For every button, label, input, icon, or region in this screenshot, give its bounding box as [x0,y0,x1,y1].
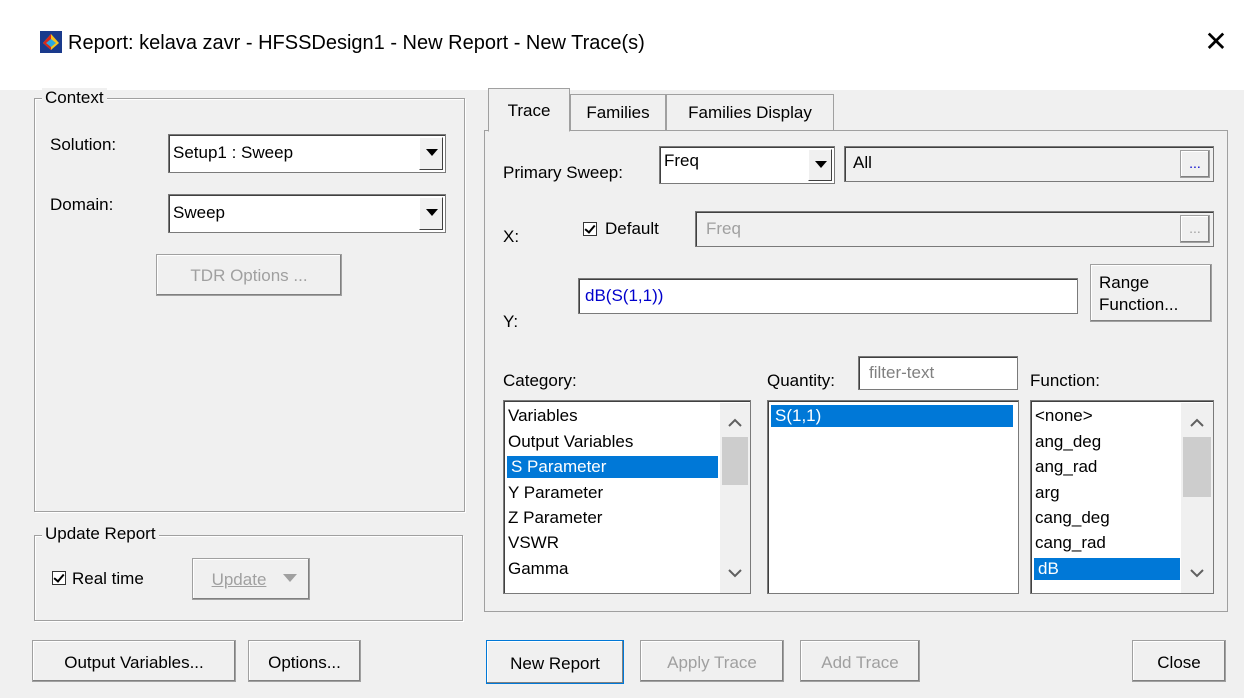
list-item[interactable]: VSWR [508,532,559,554]
scroll-down-icon[interactable] [1190,569,1204,579]
tab-families-display[interactable]: Families Display [666,94,834,130]
list-item[interactable]: ang_rad [1035,456,1097,478]
solution-value: Setup1 : Sweep [173,143,294,162]
domain-value: Sweep [173,203,225,222]
scroll-thumb[interactable] [722,437,748,485]
update-button[interactable]: Update [192,558,310,600]
function-scrollbar[interactable] [1181,403,1213,593]
new-report-button[interactable]: New Report [486,640,624,684]
scroll-down-icon[interactable] [728,569,742,579]
window-title: Report: kelava zavr - HFSSDesign1 - New … [68,32,645,54]
list-item[interactable]: Y Parameter [508,482,603,504]
close-button[interactable]: Close [1132,640,1226,682]
sweep-range-field[interactable]: All [844,146,1214,182]
options-button[interactable]: Options... [248,640,361,682]
primary-sweep-value: Freq [664,151,699,170]
domain-dropdown[interactable]: Sweep [168,194,446,233]
list-item[interactable]: Z Parameter [508,507,602,529]
realtime-label: Real time [72,569,144,588]
function-list[interactable]: <none> ang_deg ang_rad arg cang_deg cang… [1030,400,1214,594]
y-label: Y: [503,312,519,331]
sweep-range-ellipsis-button[interactable]: ... [1180,150,1210,178]
y-expression-input[interactable]: dB(S(1,1)) [578,278,1078,314]
scroll-up-icon[interactable] [728,417,742,427]
close-icon[interactable]: ✕ [1200,26,1232,58]
quantity-list[interactable]: S(1,1) [767,400,1019,594]
x-ellipsis-button: ... [1180,215,1210,243]
tab-trace[interactable]: Trace [488,88,570,132]
tab-families[interactable]: Families [570,94,666,130]
list-item[interactable]: Gamma [508,558,568,580]
hfss-app-icon [40,31,62,53]
category-list[interactable]: Variables Output Variables S Parameter Y… [503,400,751,594]
solution-dropdown[interactable]: Setup1 : Sweep [168,134,446,173]
domain-label: Domain: [50,195,114,214]
scroll-up-icon[interactable] [1190,417,1204,427]
list-item[interactable]: ang_deg [1035,431,1101,453]
primary-sweep-label: Primary Sweep: [503,163,623,182]
list-item-selected[interactable]: S(1,1) [771,405,1013,427]
x-expression-field: Freq [695,211,1214,247]
apply-trace-button[interactable]: Apply Trace [640,640,784,682]
function-label: Function: [1030,371,1100,390]
primary-sweep-dropdown[interactable]: Freq [659,146,835,184]
output-variables-button[interactable]: Output Variables... [32,640,236,682]
category-label: Category: [503,371,577,390]
list-item[interactable]: cang_deg [1035,507,1110,529]
add-trace-button[interactable]: Add Trace [800,640,920,682]
solution-label: Solution: [50,135,117,154]
chevron-down-icon[interactable] [419,137,443,170]
chevron-down-icon[interactable] [808,149,832,181]
quantity-label: Quantity: [767,371,836,390]
tdr-options-button[interactable]: TDR Options ... [156,254,342,296]
default-checkbox[interactable] [583,222,597,236]
chevron-down-icon[interactable] [419,197,443,230]
list-item[interactable]: <none> [1035,405,1093,427]
list-item[interactable]: arg [1035,482,1060,504]
update-report-legend: Update Report [42,524,159,544]
list-item[interactable]: Variables [508,405,578,427]
category-scrollbar[interactable] [720,403,750,593]
scroll-thumb[interactable] [1183,437,1211,497]
x-label: X: [503,227,520,246]
range-function-button[interactable]: Range Function... [1090,264,1212,322]
quantity-filter-input[interactable]: filter-text [858,356,1018,390]
list-item-selected[interactable]: S Parameter [507,456,718,478]
list-item[interactable]: cang_rad [1035,532,1106,554]
realtime-checkbox[interactable] [52,571,66,585]
list-item[interactable]: Output Variables [508,431,633,453]
default-label: Default [605,219,659,238]
dropdown-arrow-icon [283,574,297,582]
list-item-selected[interactable]: dB [1034,558,1180,580]
context-legend: Context [42,88,107,108]
